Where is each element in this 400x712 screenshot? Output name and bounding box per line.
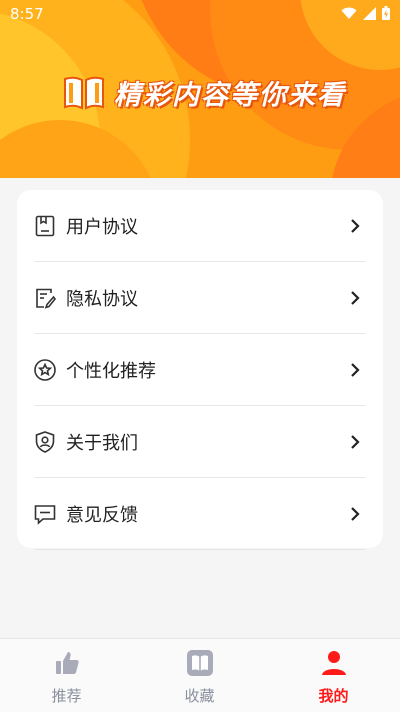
chevron-right-icon [351, 291, 360, 305]
signal-icon [363, 6, 376, 20]
menu-item-label: 个性化推荐 [66, 361, 156, 382]
bottom-tab-bar: 推荐 收藏 我的 [0, 638, 400, 712]
shield-user-icon [35, 431, 55, 453]
wifi-icon [341, 7, 357, 19]
tab-mine[interactable]: 我的 [267, 639, 400, 712]
battery-icon [382, 6, 390, 20]
book-icon [186, 650, 213, 676]
star-icon [34, 359, 56, 381]
menu-item-label: 隐私协议 [66, 289, 138, 310]
tab-label: 收藏 [184, 687, 215, 705]
menu-item-feedback[interactable]: 意见反馈 [17, 478, 383, 550]
banner-slogan: 精彩内容等你来看 [62, 73, 346, 112]
menu-item-about-us[interactable]: 关于我们 [17, 406, 383, 478]
open-book-icon [64, 76, 104, 110]
menu-item-personalized-recommendation[interactable]: 个性化推荐 [17, 334, 383, 406]
thumbs-up-icon [55, 652, 79, 674]
settings-menu: 用户协议 隐私协议 个性化推荐 关于我们 意见反馈 [17, 190, 383, 550]
status-bar: 8:57 [0, 0, 400, 28]
menu-item-privacy-policy[interactable]: 隐私协议 [17, 262, 383, 334]
user-icon [321, 651, 346, 675]
chevron-right-icon [351, 435, 360, 449]
chevron-right-icon [351, 507, 360, 521]
chevron-right-icon [351, 219, 360, 233]
menu-item-user-agreement[interactable]: 用户协议 [17, 190, 383, 262]
document-icon [35, 215, 55, 237]
menu-item-label: 意见反馈 [66, 505, 138, 526]
tab-recommend[interactable]: 推荐 [0, 639, 133, 712]
menu-item-label: 用户协议 [66, 217, 138, 238]
tab-label: 我的 [318, 687, 349, 705]
tab-label: 推荐 [51, 687, 82, 705]
message-icon [34, 505, 56, 525]
edit-document-icon [36, 288, 57, 309]
slogan-text: 精彩内容等你来看 [114, 80, 346, 111]
menu-item-label: 关于我们 [66, 433, 138, 454]
tab-favorites[interactable]: 收藏 [133, 639, 266, 712]
status-time: 8:57 [10, 5, 44, 23]
header-banner: 8:57 精彩内容等你来看 [0, 0, 400, 178]
chevron-right-icon [351, 363, 360, 377]
